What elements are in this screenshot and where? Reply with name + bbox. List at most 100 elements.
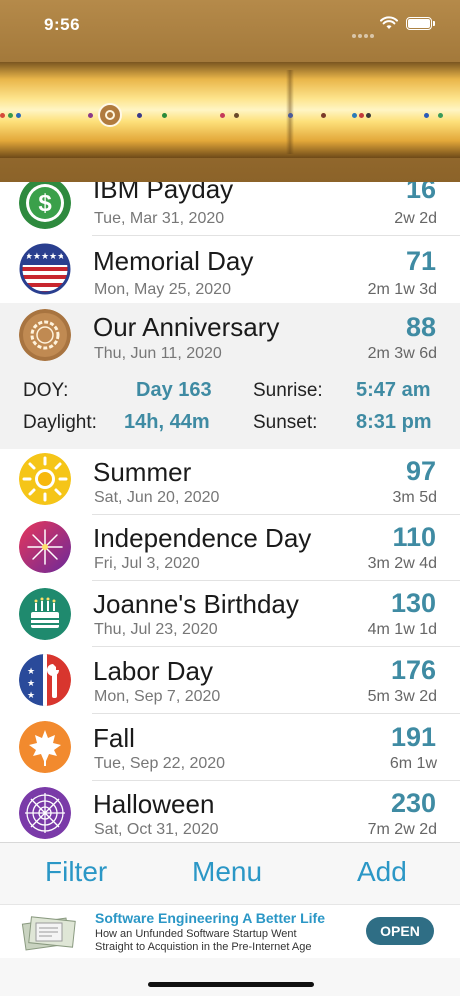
timeline-event-dot[interactable]: [162, 113, 167, 118]
timeline-event-dot[interactable]: [16, 113, 21, 118]
event-name: Summer: [93, 457, 192, 487]
menu-button[interactable]: Menu: [192, 856, 262, 888]
time-span: 3m 2w 4d: [367, 555, 437, 572]
event-date: Thu, Jun 11, 2020: [94, 345, 222, 362]
event-row[interactable]: Fall Tue, Sep 22, 2020 191 6m 1w: [0, 715, 460, 781]
sunset-label: Sunset:: [253, 412, 318, 433]
laurel-wreath-icon: [19, 309, 71, 361]
home-area: [0, 958, 460, 996]
spiderweb-icon: [19, 787, 71, 839]
ad-text-line: How an Unfunded Software Startup Went: [95, 928, 297, 940]
bottom-toolbar: Filter Menu Add: [0, 842, 460, 904]
battery-icon: [406, 17, 435, 30]
timeline-event-dot[interactable]: [359, 113, 364, 118]
event-name: Labor Day: [93, 656, 213, 686]
days-until: 71: [405, 246, 436, 276]
event-name: Fall: [93, 723, 135, 753]
time-span: 7m 2w 2d: [367, 821, 437, 838]
time-span: 2m 1w 3d: [367, 281, 437, 298]
timeline-event-dot[interactable]: [288, 113, 293, 118]
event-list[interactable]: $ IBM Payday Tue, Mar 31, 2020 16 2w 2d …: [0, 182, 460, 842]
event-row[interactable]: Independence Day Fri, Jul 3, 2020 110 3m…: [0, 515, 460, 581]
svg-text:★: ★: [27, 691, 35, 701]
timeline-event-dot[interactable]: [88, 113, 93, 118]
event-date: Fri, Jul 3, 2020: [94, 555, 200, 572]
sunrise-value: 5:47 am: [356, 379, 431, 401]
flag-stars-icon: ★★★★★: [19, 243, 71, 295]
timeline-event-dot[interactable]: [0, 113, 5, 118]
filter-button[interactable]: Filter: [45, 856, 107, 888]
days-until: 230: [390, 788, 436, 818]
svg-text:★★★★★: ★★★★★: [25, 252, 65, 262]
wifi-icon: [380, 16, 398, 29]
event-row[interactable]: ★ ★ ★ Labor Day Mon, Sep 7, 2020 176 5m …: [0, 648, 460, 714]
wrench-icon: ★ ★ ★: [19, 654, 71, 706]
cellular-signal-icon: [352, 25, 376, 43]
ad-title: Software Engineering A Better Life: [95, 910, 325, 926]
days-until: 191: [390, 722, 436, 752]
event-name: Memorial Day: [93, 246, 254, 276]
days-until: 16: [405, 182, 436, 204]
timeline-event-dot[interactable]: [438, 113, 443, 118]
days-until: 110: [392, 522, 436, 552]
event-name: Joanne's Birthday: [93, 589, 299, 619]
row-divider: [92, 235, 460, 236]
svg-text:★: ★: [27, 667, 35, 677]
days-until: 88: [405, 312, 436, 342]
maple-leaf-icon: [19, 721, 71, 773]
svg-text:$: $: [38, 190, 52, 217]
birthday-cake-icon: [19, 588, 71, 640]
event-name: Our Anniversary: [93, 312, 280, 342]
event-date: Sat, Jun 20, 2020: [94, 489, 220, 506]
event-date: Mon, Sep 7, 2020: [94, 688, 221, 705]
timeline-event-dot[interactable]: [137, 113, 142, 118]
dollar-icon: $: [19, 182, 71, 229]
event-date: Thu, Jul 23, 2020: [94, 621, 218, 638]
time-span: 2w 2d: [394, 210, 437, 227]
event-date: Sat, Oct 31, 2020: [94, 821, 219, 838]
row-divider: [92, 646, 460, 647]
time-span: 3m 5d: [392, 489, 437, 506]
svg-text:★: ★: [27, 679, 35, 689]
timeline-event-dot[interactable]: [234, 113, 239, 118]
timeline-event-dot[interactable]: [321, 113, 326, 118]
ad-open-button[interactable]: OPEN: [366, 917, 434, 945]
days-until: 176: [390, 655, 436, 685]
time-span: 4m 1w 1d: [367, 621, 437, 638]
event-row[interactable]: Joanne's Birthday Thu, Jul 23, 2020 130 …: [0, 581, 460, 647]
event-name: IBM Payday: [93, 182, 234, 204]
event-name: Independence Day: [93, 523, 312, 553]
selected-event-detail[interactable]: Our Anniversary Thu, Jun 11, 2020 88 2m …: [0, 303, 460, 449]
anniversary-marker-icon[interactable]: [98, 103, 122, 127]
ad-banner[interactable]: Software Engineering A Better Life How a…: [0, 904, 460, 958]
daylight-label: Daylight:: [23, 412, 97, 433]
home-indicator[interactable]: [148, 982, 314, 987]
timeline-event-dot[interactable]: [8, 113, 13, 118]
timeline-event-dot[interactable]: [366, 113, 371, 118]
money-stack-icon: [21, 916, 76, 951]
timeline-band[interactable]: [0, 62, 460, 158]
timeline-header: 9:56: [0, 0, 460, 182]
event-row[interactable]: Halloween Sat, Oct 31, 2020 230 7m 2w 2d: [0, 781, 460, 842]
event-date: Mon, May 25, 2020: [94, 281, 231, 298]
time-span: 6m 1w: [389, 755, 437, 772]
timeline-event-dot[interactable]: [352, 113, 357, 118]
event-date: Tue, Sep 22, 2020: [94, 755, 226, 772]
ad-text-line: Straight to Acquistion in the Pre-Intern…: [95, 941, 312, 953]
timeline-event-dot[interactable]: [424, 113, 429, 118]
time-span: 5m 3w 2d: [367, 688, 437, 705]
event-name: Halloween: [93, 789, 215, 819]
status-time: 9:56: [44, 15, 81, 34]
year-divider: [286, 70, 294, 154]
event-row[interactable]: Summer Sat, Jun 20, 2020 97 3m 5d: [0, 449, 460, 515]
sun-icon: [19, 453, 71, 505]
add-button[interactable]: Add: [357, 856, 407, 888]
event-row[interactable]: $ IBM Payday Tue, Mar 31, 2020 16 2w 2d: [0, 182, 460, 236]
status-bar: 9:56: [0, 0, 460, 50]
time-span: 2m 3w 6d: [367, 345, 437, 362]
days-until: 130: [390, 588, 436, 618]
timeline-event-dot[interactable]: [220, 113, 225, 118]
event-date: Tue, Mar 31, 2020: [94, 210, 225, 227]
row-divider: [92, 713, 460, 714]
event-row[interactable]: ★★★★★ Memorial Day Mon, May 25, 2020 71 …: [0, 237, 460, 303]
